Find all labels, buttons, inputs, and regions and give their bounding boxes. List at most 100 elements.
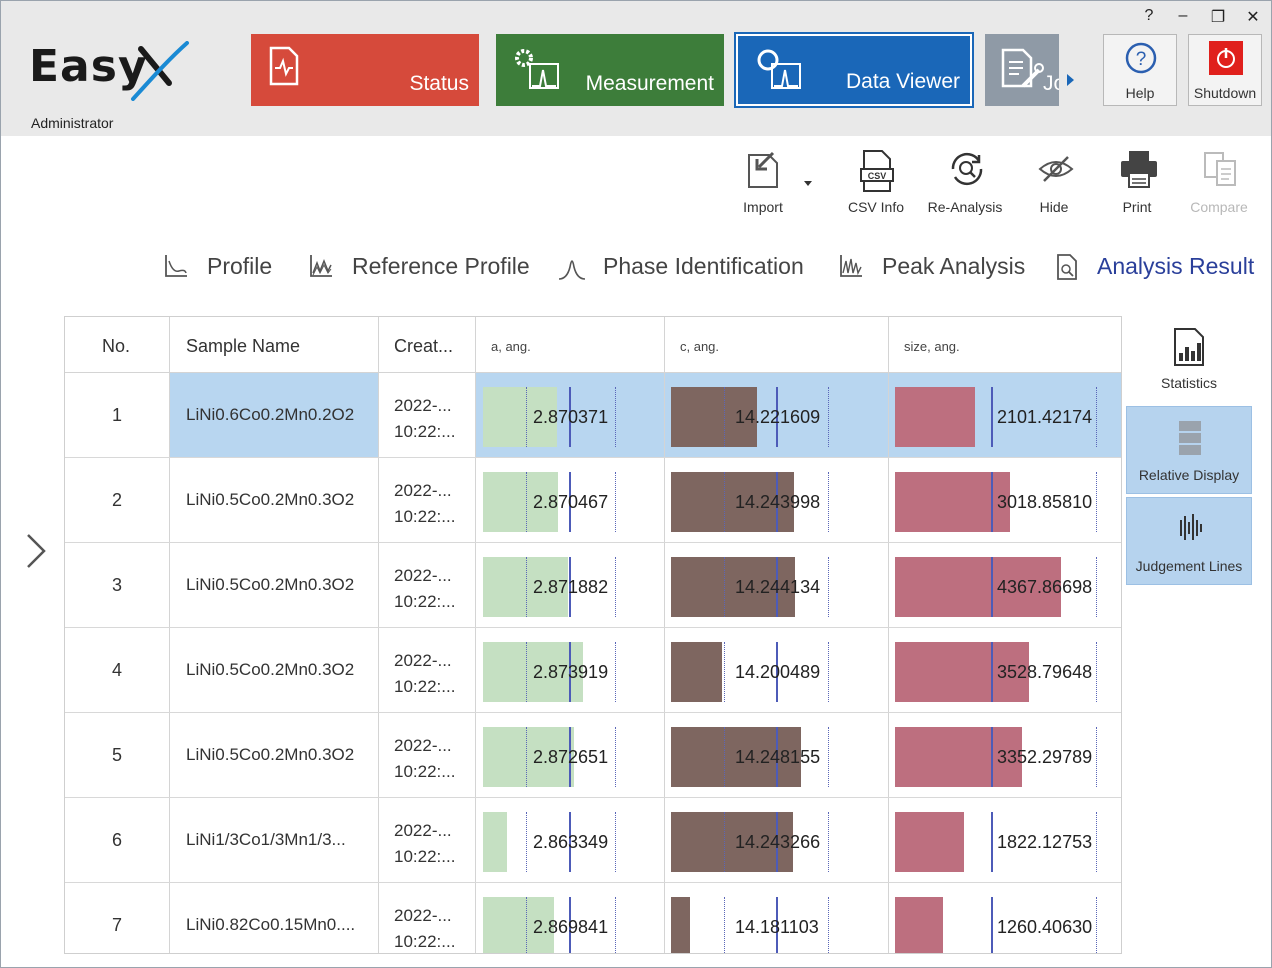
help-window-icon[interactable]: ? [1139,7,1159,25]
statistics-button[interactable]: Statistics [1126,319,1252,403]
data-viewer-tile[interactable]: Data Viewer [734,32,974,108]
stacked-bars-icon [1179,421,1201,455]
size-value: 3352.29789 [997,747,1093,767]
size-value-bar [895,387,975,447]
table-row[interactable]: 2 LiNi0.5Co0.2Mn0.3O2 2022-... 10:22:... 2.… [65,458,1121,543]
peak-analysis-icon [840,255,862,277]
help-button-label: Help [1125,85,1155,101]
a-cell: 2.873919 [476,628,665,712]
created-date-time: 10:22:... [394,507,456,526]
column-header-created[interactable]: Creat... [379,317,476,373]
size-reference-line [991,812,993,872]
created-date: 2022-... 10:22:... [379,458,476,542]
column-header-c[interactable]: c, ang. [665,317,889,373]
user-role-label: Administrator [31,115,114,131]
re-analysis-button[interactable]: Re-Analysis [925,149,1005,221]
column-header-c-label: c, ang. [680,339,720,354]
size-cell: 4367.86698 [889,543,1121,627]
a-lower-limit-line [526,387,527,447]
csv-info-button[interactable]: CSV CSV Info [836,149,916,221]
column-header-a[interactable]: a, ang. [476,317,665,373]
header-bar: Easy Administrator ? – ❐ ✕ Status Measur… [1,1,1271,136]
judgement-lines-button[interactable]: Judgement Lines [1126,497,1252,585]
column-header-size-label: size, ang. [904,339,960,354]
created-date: 2022-... 10:22:... [379,373,476,457]
tiles-scroll-right-icon[interactable] [1067,74,1074,86]
row-number: 4 [65,628,170,712]
compare-button[interactable]: Compare [1179,149,1259,221]
size-upper-limit-line [1096,387,1097,447]
relative-display-button[interactable]: Relative Display [1126,406,1252,494]
size-value: 1260.40630 [997,917,1093,937]
logo-x-swoosh [131,41,189,101]
table-row[interactable]: 7 LiNi0.82Co0.15Mn0.... 2022-... 10:22:...… [65,883,1121,953]
print-button[interactable]: Print [1097,149,1177,221]
maximize-icon[interactable]: ❐ [1208,7,1228,27]
document-pulse-icon [269,46,299,86]
shutdown-button-label: Shutdown [1193,85,1257,101]
created-date-day: 2022-... [394,481,452,500]
c-value-bar [671,642,722,702]
row-number: 2 [65,458,170,542]
size-reference-line [991,642,993,702]
shutdown-button[interactable]: Shutdown [1188,34,1262,106]
table-row[interactable]: 6 LiNi1/3Co1/3Mn1/3... 2022-... 10:22:... 2… [65,798,1121,883]
c-upper-limit-line [828,557,829,617]
import-button[interactable]: Import [723,149,803,221]
created-date-time: 10:22:... [394,847,456,866]
compare-button-label: Compare [1190,199,1248,215]
minimize-icon[interactable]: – [1173,7,1193,25]
sample-name: LiNi0.5Co0.2Mn0.3O2 [170,713,379,797]
a-value: 2.870371 [533,407,609,427]
table-row[interactable]: 3 LiNi0.5Co0.2Mn0.3O2 2022-... 10:22:... 2.… [65,543,1121,628]
import-dropdown-icon[interactable] [804,181,812,186]
a-value: 2.871882 [533,577,609,597]
a-value: 2.863349 [533,832,609,852]
column-header-sample-name[interactable]: Sample Name [170,317,379,373]
judgement-lines-icon [1180,514,1202,540]
sample-name: LiNi0.5Co0.2Mn0.3O2 [170,543,379,627]
c-cell: 14.244134 [665,543,889,627]
hide-button[interactable]: Hide [1014,149,1094,221]
c-value: 14.200489 [735,662,821,682]
column-header-no[interactable]: No. [65,317,170,373]
sample-name: LiNi1/3Co1/3Mn1/3... [170,798,379,882]
table-row[interactable]: 4 LiNi0.5Co0.2Mn0.3O2 2022-... 10:22:... 2.… [65,628,1121,713]
table-row[interactable]: 5 LiNi0.5Co0.2Mn0.3O2 2022-... 10:22:... 2.… [65,713,1121,798]
row-number: 7 [65,883,170,953]
help-button[interactable]: ? Help [1103,34,1177,106]
row-number: 6 [65,798,170,882]
sample-name: LiNi0.6Co0.2Mn0.2O2 [170,373,379,457]
status-tile[interactable]: Status [251,34,479,106]
size-cell: 3352.29789 [889,713,1121,797]
created-date-time: 10:22:... [394,932,456,951]
column-header-size[interactable]: size, ang. [889,317,1121,373]
import-icon [748,151,778,188]
csv-info-button-label: CSV Info [847,199,905,215]
sample-name: LiNi0.5Co0.2Mn0.3O2 [170,628,379,712]
svg-text:?: ? [1136,49,1147,70]
size-reference-line [991,897,993,953]
tab-phase-identification-label: Phase Identification [603,253,804,279]
tab-profile-label: Profile [207,253,273,279]
chevron-right-icon[interactable] [23,531,49,571]
job-tile[interactable]: Jo [985,34,1059,106]
table-row[interactable]: 1 LiNi0.6Co0.2Mn0.2O2 2022-... 10:22:... 2.… [65,373,1121,458]
c-upper-limit-line [828,387,829,447]
created-date-day: 2022-... [394,566,452,585]
created-date-time: 10:22:... [394,677,456,696]
row-number: 3 [65,543,170,627]
size-cell: 3528.79648 [889,628,1121,712]
measurement-tile[interactable]: Measurement [496,34,724,106]
column-header-sample-name-label: Sample Name [186,336,301,356]
job-tile-label: Jo [1043,72,1059,95]
a-upper-limit-line [615,812,616,872]
a-upper-limit-line [615,472,616,532]
close-icon[interactable]: ✕ [1243,7,1263,27]
size-value: 3018.85810 [997,492,1093,512]
statistics-icon [1174,328,1204,366]
a-lower-limit-line [526,642,527,702]
size-cell: 2101.42174 [889,373,1121,457]
a-lower-limit-line [526,472,527,532]
a-value: 2.873919 [533,662,609,682]
